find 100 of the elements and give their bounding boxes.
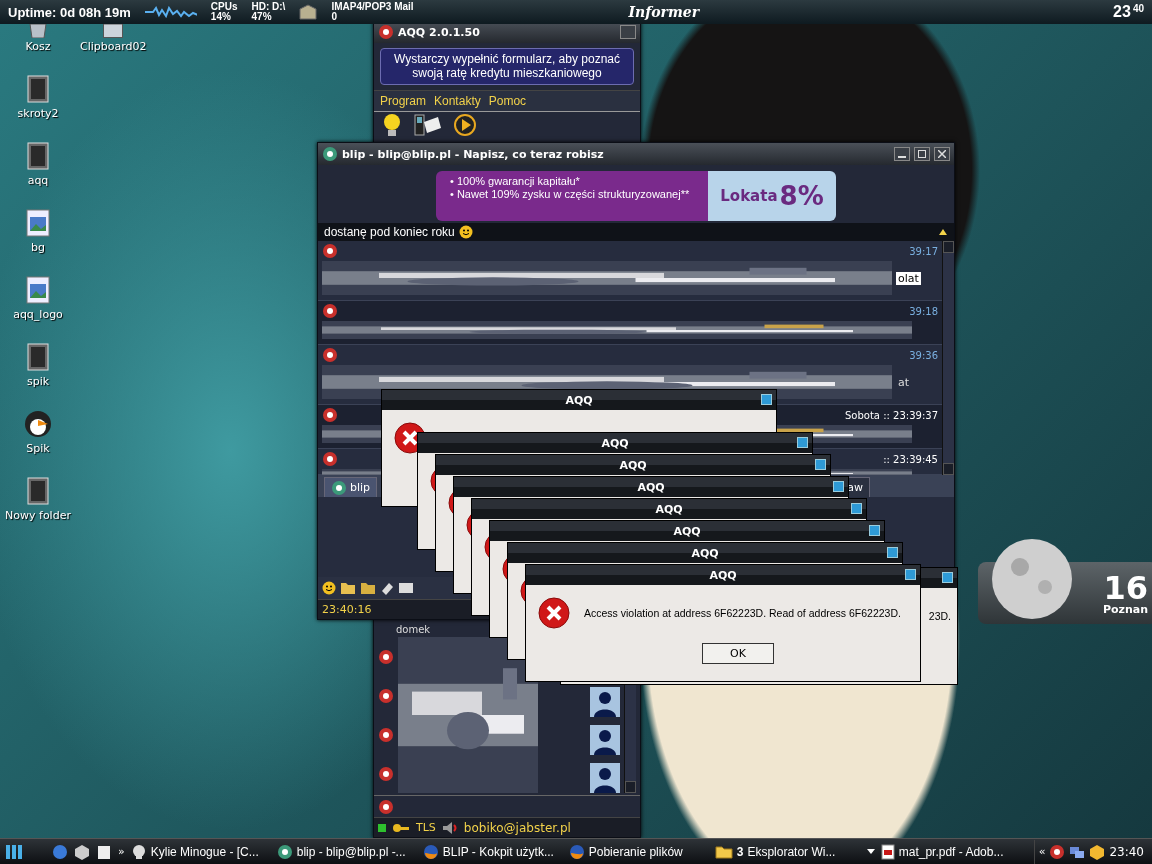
aqq-logo-icon <box>1049 843 1066 860</box>
taskbar-item[interactable]: Pobieranie plików <box>568 843 709 860</box>
smiley-icon <box>458 225 473 239</box>
taskbar-item[interactable]: Kylie Minogue - [C... <box>130 843 271 860</box>
status-time: 23:40:16 <box>322 603 372 616</box>
scroll-up-icon[interactable] <box>938 227 948 237</box>
mail-label: IMAP4/POP3 Mail <box>331 2 414 12</box>
chat-tab[interactable]: blip <box>324 477 378 497</box>
ok-button[interactable]: OK <box>702 643 774 664</box>
cpu-value: 14% <box>210 12 232 22</box>
message-text: olat <box>896 271 921 285</box>
temperature: 16 <box>1103 571 1148 604</box>
blip-logo-icon <box>276 843 293 860</box>
message-time: 39:36 <box>909 349 938 361</box>
minimize-button[interactable] <box>894 147 910 161</box>
start-icon[interactable] <box>4 843 24 860</box>
avatar-icon <box>590 763 620 793</box>
taskbar-item[interactable]: mat_pr.pdf - Adob... <box>880 843 1021 860</box>
globe-icon <box>422 843 439 860</box>
dropdown-caret-icon <box>866 848 875 855</box>
desktop-icon-label[interactable]: skroty2 <box>17 107 59 120</box>
desktop-icon-label[interactable]: Clipboard02 <box>80 40 147 53</box>
ad-word: Lokata <box>720 187 778 205</box>
speaker-icon[interactable] <box>441 820 458 835</box>
dialog-title: AQQ <box>655 502 683 516</box>
message-time: 39:18 <box>909 305 938 317</box>
cube-icon[interactable] <box>74 843 90 860</box>
eraser-icon[interactable] <box>380 581 394 595</box>
status-icon <box>378 726 394 743</box>
close-icon <box>938 150 946 158</box>
avatar-icon <box>590 687 620 717</box>
status-icon <box>322 347 338 363</box>
status-icon <box>378 648 394 665</box>
account-label: bobiko@jabster.pl <box>463 820 571 835</box>
more-chevron[interactable]: » <box>118 845 125 858</box>
status-icon <box>378 687 394 704</box>
dialog-title: AQQ <box>637 480 665 494</box>
taskbar-clock: 23:40 <box>1109 844 1144 859</box>
error-message: 23D. <box>928 610 951 622</box>
dialog-title: AQQ <box>691 546 719 560</box>
cpu-graph-icon <box>144 6 197 18</box>
blip-logo-icon <box>322 146 338 162</box>
play-circle-icon[interactable] <box>454 113 476 136</box>
clock-hour: 23 <box>1113 3 1131 21</box>
card-icon[interactable] <box>398 581 414 595</box>
desktop-icon-label[interactable]: bg <box>31 241 45 254</box>
contact-name[interactable]: domek <box>396 623 431 635</box>
error-icon <box>538 597 570 629</box>
ad-percent: 8% <box>779 181 824 211</box>
desktop-icon-label[interactable]: Nowy folder <box>5 509 71 522</box>
clock-minute: 40 <box>1132 3 1144 14</box>
status-icon <box>378 765 394 782</box>
status-icon <box>322 407 338 423</box>
billboard-ad[interactable]: Lokata 8% <box>708 171 836 221</box>
maximize-button[interactable] <box>914 147 930 161</box>
message-time: 39:17 <box>909 245 938 257</box>
avatar-icon <box>590 725 620 755</box>
pdf-file-icon <box>880 843 895 860</box>
folder-icon[interactable] <box>340 581 356 595</box>
desktop-icon-label[interactable]: Kosz <box>25 40 51 53</box>
bird-icon <box>22 408 54 440</box>
phone-mail-icon[interactable] <box>414 113 442 136</box>
window-title: blip - blip@blip.pl - Napisz, co teraz robisz <box>342 147 604 161</box>
uptime-text: Uptime: 0d 08h 19m <box>8 4 131 20</box>
menu-item[interactable]: Pomoc <box>488 93 527 108</box>
desktop-icon-label[interactable]: aqq <box>27 174 49 187</box>
error-message: Access violation at address 6F62223D. Read of address 6F62223D. <box>584 607 901 619</box>
dialog-title: AQQ <box>565 393 593 407</box>
browser-icon[interactable] <box>52 843 68 860</box>
desktop-icon-label[interactable]: Spik <box>26 442 50 455</box>
moon-icon <box>990 537 1074 621</box>
chat-subject: dostanę pod koniec roku <box>324 225 455 239</box>
dialog-title: AQQ <box>601 436 629 450</box>
ad-text[interactable]: Wystarczy wypełnić formularz, aby poznać swoją ratę kredytu mieszkaniowego <box>380 48 634 85</box>
status-icon <box>322 451 338 467</box>
mail-count: 0 <box>331 12 338 22</box>
maximize-icon <box>918 150 926 158</box>
dialog-title: AQQ <box>673 524 701 538</box>
smiley-icon <box>322 581 336 595</box>
message-time: Sobota :: 23:39:37 <box>845 409 938 421</box>
cpu-label: CPUs <box>210 2 238 12</box>
desktop-icon-label[interactable]: spik <box>26 375 50 388</box>
lightbulb-icon[interactable] <box>382 113 402 136</box>
globe-icon <box>568 843 585 860</box>
folder-icon <box>714 844 733 859</box>
tray-collapse[interactable]: « <box>1038 845 1046 858</box>
dialog-title: AQQ <box>619 458 647 472</box>
informer-title: Informer <box>628 4 700 20</box>
menu-item[interactable]: Program <box>380 93 426 108</box>
status-icon <box>378 798 394 815</box>
box-icon[interactable] <box>1089 843 1106 860</box>
menu-item[interactable]: Kontakty <box>434 93 481 108</box>
folder-icon[interactable] <box>360 581 376 595</box>
taskbar-item[interactable]: 3 Eksplorator Wi... <box>714 844 875 859</box>
ad-banner-text[interactable]: • 100% gwarancji kapitału* • Nawet 109% zysku w części strukturyzowanej** <box>436 171 708 221</box>
taskbar-item[interactable]: blip - blip@blip.pl -... <box>276 843 417 860</box>
desktop-icon-label[interactable]: aqq_logo <box>13 308 63 321</box>
close-button[interactable] <box>934 147 950 161</box>
message-text: at <box>897 375 911 389</box>
taskbar-item[interactable]: BLIP - Kokpit użytk... <box>422 843 563 860</box>
